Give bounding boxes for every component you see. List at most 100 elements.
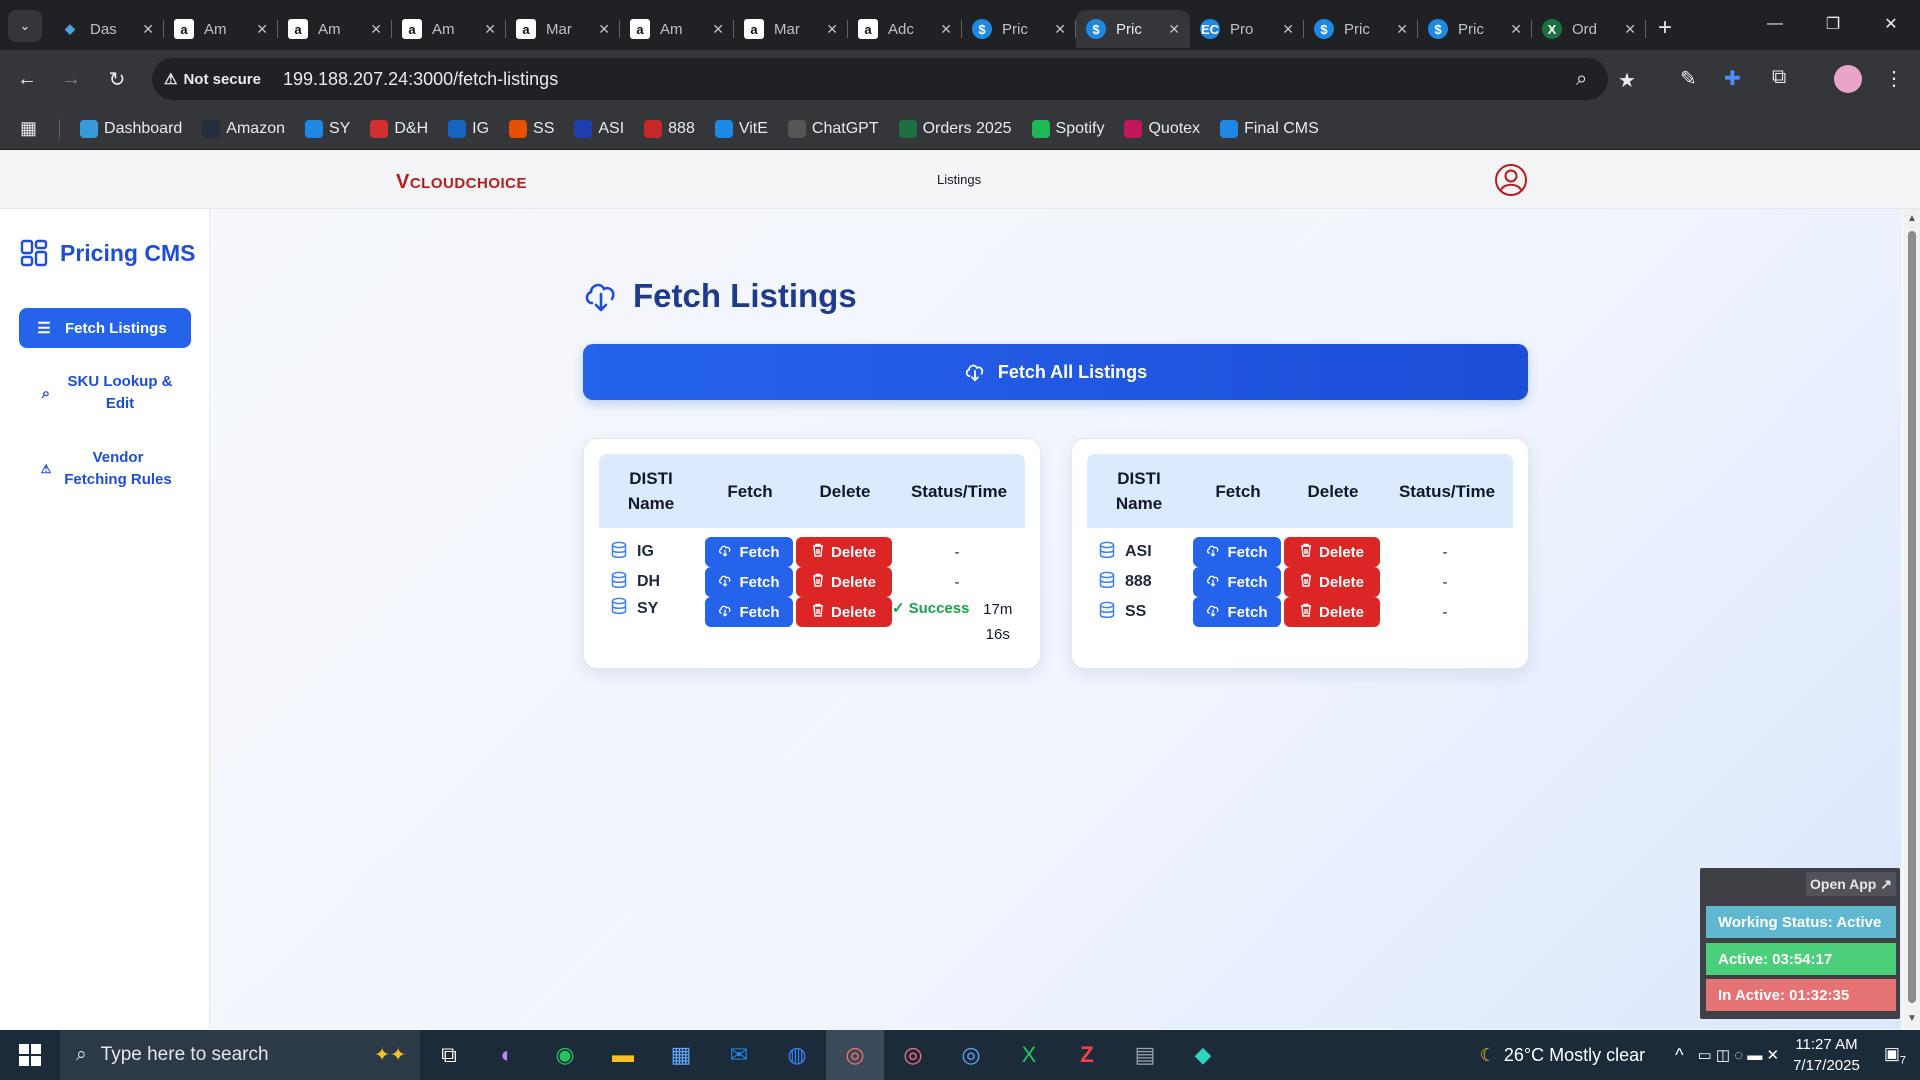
browser-tab[interactable]: ◆ Das ✕ [50, 10, 164, 48]
browser-tab[interactable]: a Mar ✕ [506, 10, 620, 48]
cloudchoice-logo[interactable]: VCLOUDCHOICE [396, 171, 527, 194]
bookmark-item[interactable]: Dashboard [80, 119, 182, 138]
tab-close-icon[interactable]: ✕ [1282, 21, 1294, 38]
tab-close-icon[interactable]: ✕ [712, 21, 724, 38]
delete-button[interactable]: Delete [1284, 567, 1380, 597]
bookmark-item[interactable]: VitE [714, 119, 768, 138]
back-icon[interactable]: ← [12, 64, 42, 94]
sidebar-item-sku-lookup[interactable]: ⌕ SKU Lookup & Edit [19, 369, 191, 417]
tab-close-icon[interactable]: ✕ [1168, 21, 1180, 38]
chrome-icon[interactable]: ◎ [826, 1030, 884, 1080]
bookmark-item[interactable]: D&H [370, 119, 428, 138]
browser-tab[interactable]: a Am ✕ [278, 10, 392, 48]
close-window-icon[interactable]: ✕ [1862, 0, 1920, 48]
scroll-down-icon[interactable]: ▼ [1907, 1013, 1917, 1024]
not-secure-badge[interactable]: ⚠ Not secure [164, 70, 275, 89]
browser-tab[interactable]: a Am ✕ [164, 10, 278, 48]
bookmark-item[interactable]: Orders 2025 [898, 119, 1012, 138]
windows-start-icon[interactable] [0, 1030, 60, 1080]
tab-close-icon[interactable]: ✕ [826, 21, 838, 38]
zoom-icon[interactable]: ⌕ [1576, 68, 1587, 91]
delete-button[interactable]: Delete [796, 597, 892, 627]
browser-tab[interactable]: X Ord ✕ [1532, 10, 1646, 48]
bookmark-item[interactable]: IG [448, 119, 489, 138]
bookmark-item[interactable]: SY [305, 119, 350, 138]
tab-close-icon[interactable]: ✕ [484, 21, 496, 38]
chrome-icon[interactable]: ◎ [942, 1030, 1000, 1080]
task-view-icon[interactable]: ⧉ [420, 1030, 478, 1080]
browser-tab[interactable]: EC Pro ✕ [1190, 10, 1304, 48]
profile-avatar[interactable] [1834, 65, 1862, 93]
browser-tab[interactable]: a Adc ✕ [848, 10, 962, 48]
bookmark-item[interactable]: Final CMS [1220, 119, 1319, 138]
copilot-icon[interactable]: ◐ [478, 1030, 536, 1080]
user-account-icon[interactable] [1494, 163, 1528, 197]
bookmark-item[interactable]: ChatGPT [787, 119, 879, 138]
fetch-button[interactable]: Fetch [1193, 567, 1281, 597]
browser-tab[interactable]: $ Pric ✕ [1304, 10, 1418, 48]
bookmark-star-icon[interactable]: ★ [1618, 68, 1636, 93]
filezilla-icon[interactable]: Z [1058, 1030, 1116, 1080]
chevron-up-icon[interactable]: ^ [1675, 1045, 1683, 1066]
clock[interactable]: 11:27 AM 7/17/2025 [1793, 1034, 1860, 1076]
fetch-button[interactable]: Fetch [705, 537, 793, 567]
delete-button[interactable]: Delete [796, 567, 892, 597]
chrome-icon[interactable]: ◎ [884, 1030, 942, 1080]
tab-search-icon[interactable]: ⌄ [8, 10, 42, 42]
browser-tab[interactable]: $ Pric ✕ [962, 10, 1076, 48]
bookmark-item[interactable]: SS [509, 119, 554, 138]
browser-tab[interactable]: $ Pric ✕ [1076, 10, 1190, 48]
file-explorer-icon[interactable]: ▬ [594, 1030, 652, 1080]
browser-tab[interactable]: a Am ✕ [392, 10, 506, 48]
delete-button[interactable]: Delete [796, 537, 892, 567]
bookmark-item[interactable]: ASI [574, 119, 624, 138]
open-app-button[interactable]: Open App ↗ [1806, 872, 1896, 896]
nav-listings-link[interactable]: Listings [937, 172, 981, 187]
extension-feather-icon[interactable]: ✎ [1680, 66, 1697, 91]
tab-close-icon[interactable]: ✕ [598, 21, 610, 38]
restore-icon[interactable]: ❐ [1804, 0, 1862, 48]
browser-tab[interactable]: $ Pric ✕ [1418, 10, 1532, 48]
address-bar[interactable]: ⚠ Not secure 199.188.207.24:3000/fetch-l… [152, 58, 1636, 100]
reload-icon[interactable]: ↻ [102, 64, 132, 94]
tab-close-icon[interactable]: ✕ [940, 21, 952, 38]
menu-kebab-icon[interactable]: ⋮ [1884, 66, 1904, 91]
apps-grid-icon[interactable]: ▦ [20, 118, 37, 139]
tab-close-icon[interactable]: ✕ [142, 21, 154, 38]
delete-button[interactable]: Delete [1284, 597, 1380, 627]
app-diamond-icon[interactable]: ◆ [1174, 1030, 1232, 1080]
sidebar-item-vendor-rules[interactable]: ⚠ Vendor Fetching Rules [19, 445, 191, 493]
bookmark-item[interactable]: Quotex [1124, 119, 1200, 138]
weather-text[interactable]: 26°C Mostly clear [1504, 1045, 1645, 1066]
fetch-all-listings-button[interactable]: Fetch All Listings [583, 344, 1528, 400]
scroll-up-icon[interactable]: ▲ [1907, 213, 1917, 224]
store-icon[interactable]: ▦ [652, 1030, 710, 1080]
outlook-icon[interactable]: ✉ [710, 1030, 768, 1080]
tab-close-icon[interactable]: ✕ [256, 21, 268, 38]
extensions-puzzle-icon[interactable]: ⧉ [1772, 66, 1786, 89]
tab-close-icon[interactable]: ✕ [1510, 21, 1522, 38]
notifications-icon[interactable]: ▣7 [1884, 1044, 1906, 1066]
bookmark-item[interactable]: Amazon [202, 119, 285, 138]
page-scrollbar[interactable]: ▲ ▼ [1904, 209, 1920, 1029]
scrollbar-thumb[interactable] [1908, 231, 1916, 1003]
fetch-button[interactable]: Fetch [1193, 537, 1281, 567]
calendar-app-icon[interactable]: ◍ [768, 1030, 826, 1080]
tab-close-icon[interactable]: ✕ [1054, 21, 1066, 38]
calculator-icon[interactable]: ▤ [1116, 1030, 1174, 1080]
minimize-icon[interactable]: — [1746, 0, 1804, 48]
new-tab-icon[interactable]: + [1658, 14, 1672, 50]
extension-icon[interactable]: ✚ [1724, 66, 1741, 91]
fetch-button[interactable]: Fetch [705, 567, 793, 597]
fetch-button[interactable]: Fetch [705, 597, 793, 627]
sidebar-item-fetch-listings[interactable]: ☰ Fetch Listings [19, 308, 191, 348]
fetch-button[interactable]: Fetch [1193, 597, 1281, 627]
tray-icons[interactable]: ▭ ◫ ◌ ▬ ✕ [1698, 1046, 1780, 1064]
tab-close-icon[interactable]: ✕ [370, 21, 382, 38]
delete-button[interactable]: Delete [1284, 537, 1380, 567]
taskbar-search[interactable]: ⌕ Type here to search ✦✦ [60, 1030, 420, 1080]
url-text[interactable]: 199.188.207.24:3000/fetch-listings [283, 69, 558, 90]
bookmark-item[interactable]: 888 [644, 119, 695, 138]
bookmark-item[interactable]: Spotify [1031, 119, 1104, 138]
copilot-sparkle-icon[interactable]: ✦✦ [374, 1044, 406, 1067]
